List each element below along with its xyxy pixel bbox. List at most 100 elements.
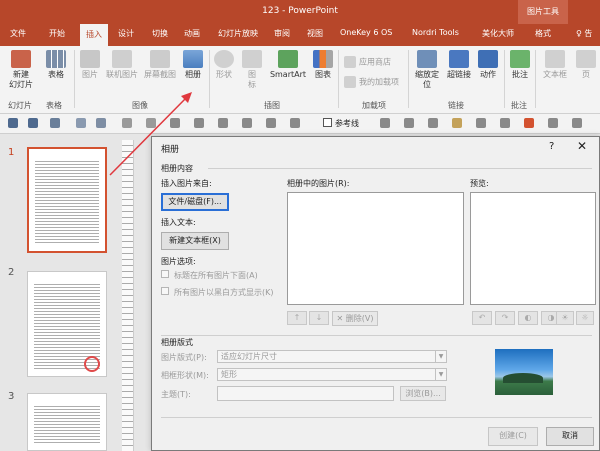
- save-as-icon[interactable]: [28, 118, 38, 128]
- picture-tools-context-tab[interactable]: 图片工具: [518, 0, 568, 24]
- caption-below-checkbox[interactable]: [161, 270, 169, 278]
- browse-button[interactable]: 浏览(B)...: [400, 386, 446, 401]
- contrast-up-button[interactable]: ◐: [518, 311, 538, 325]
- ribbon-separator: [338, 50, 339, 108]
- undo-icon[interactable]: [50, 118, 60, 128]
- tab-view[interactable]: 视图: [307, 28, 323, 39]
- toolbar-tool-icon[interactable]: [548, 118, 558, 128]
- textbox-button[interactable]: 文本框: [540, 50, 570, 80]
- header-footer-button[interactable]: 页: [576, 50, 596, 80]
- toolbar-tool-icon[interactable]: [524, 118, 534, 128]
- pictures-list[interactable]: [287, 192, 464, 305]
- help-button[interactable]: ?: [549, 141, 554, 152]
- slide-thumbnail[interactable]: [27, 147, 107, 253]
- group-label-comments: 批注: [511, 101, 527, 110]
- black-white-checkbox[interactable]: [161, 287, 169, 295]
- delete-button[interactable]: ✕ 删除(V): [332, 311, 378, 326]
- toolbar-tool-icon[interactable]: [428, 118, 438, 128]
- album-button[interactable]: 相册: [180, 50, 206, 80]
- screenshot-button[interactable]: 屏幕截图: [141, 50, 179, 80]
- tab-file[interactable]: 文件: [10, 28, 26, 39]
- screenshot-icon: [150, 50, 170, 68]
- ribbon-tabs: 文件 开始 插入 设计 切换 动画 幻灯片放映 审阅 视图 OneKey 6 O…: [0, 24, 600, 46]
- tab-transitions[interactable]: 切换: [152, 28, 168, 39]
- toolbar-tool-icon[interactable]: [572, 118, 582, 128]
- theme-input[interactable]: [217, 386, 394, 401]
- create-button[interactable]: 创建(C): [488, 427, 538, 446]
- toolbar-tool-icon[interactable]: [194, 118, 204, 128]
- brightness-up-button[interactable]: ☀: [556, 311, 574, 325]
- quick-access-toolbar: 参考线: [0, 114, 600, 134]
- start-presentation-icon[interactable]: [96, 118, 106, 128]
- slide-thumbnail[interactable]: [27, 393, 107, 451]
- icons-button[interactable]: 图 标: [242, 50, 262, 90]
- tab-beautify[interactable]: 美化大师: [482, 28, 514, 39]
- new-textbox-button[interactable]: 新建文本框(X): [161, 232, 229, 250]
- smartart-button[interactable]: SmartArt: [266, 50, 310, 80]
- table-button[interactable]: 表格: [42, 50, 70, 80]
- my-addins-button[interactable]: 我的加载项: [344, 76, 399, 88]
- toolbar-tool-icon[interactable]: [122, 118, 132, 128]
- comment-icon: [510, 50, 530, 68]
- toolbar-tool-icon[interactable]: [380, 118, 390, 128]
- toolbar-tool-icon[interactable]: [218, 118, 228, 128]
- new-slide-button[interactable]: 新建 幻灯片: [4, 50, 38, 90]
- reference-lines-checkbox[interactable]: [323, 118, 332, 127]
- image-icon: [80, 50, 100, 68]
- pictures-in-album-label: 相册中的图片(R):: [287, 179, 350, 188]
- cancel-button[interactable]: 取消: [546, 427, 594, 446]
- header-footer-icon: [576, 50, 596, 68]
- toolbar-tool-icon[interactable]: [500, 118, 510, 128]
- hyperlink-button[interactable]: 超链接: [444, 50, 474, 80]
- toolbar-tool-icon[interactable]: [476, 118, 486, 128]
- ribbon-separator: [209, 50, 210, 108]
- document-text-lines: [35, 159, 99, 245]
- toolbar-tool-icon[interactable]: [266, 118, 276, 128]
- photo-album-dialog: 相册 ? ✕ 相册内容 插入图片来自: 文件/磁盘(F)... 插入文本: 新建…: [151, 136, 600, 451]
- toolbar-tool-icon[interactable]: [170, 118, 180, 128]
- toolbar-tool-icon[interactable]: [452, 118, 462, 128]
- tab-slideshow[interactable]: 幻灯片放映: [218, 28, 258, 39]
- close-button[interactable]: ✕: [577, 139, 587, 153]
- chevron-down-icon: ▼: [435, 351, 446, 362]
- save-icon[interactable]: [8, 118, 18, 128]
- move-down-button[interactable]: ↓: [309, 311, 329, 325]
- image-button[interactable]: 图片: [78, 50, 102, 80]
- zoom-button[interactable]: 缩放定 位: [412, 50, 442, 90]
- file-disk-button[interactable]: 文件/磁盘(F)...: [161, 193, 229, 211]
- online-image-button[interactable]: 联机图片: [104, 50, 140, 80]
- tab-nordri-tools[interactable]: Nordri Tools: [412, 28, 459, 37]
- dialog-title: 相册: [161, 145, 180, 155]
- tab-home[interactable]: 开始: [49, 28, 65, 39]
- tab-review[interactable]: 审阅: [274, 28, 290, 39]
- tell-me-search[interactable]: ♀ 告: [576, 28, 592, 39]
- group-label-images: 图像: [132, 101, 148, 110]
- toolbar-tool-icon[interactable]: [146, 118, 156, 128]
- chart-button[interactable]: 图表: [312, 50, 334, 80]
- tab-insert[interactable]: 插入: [80, 24, 108, 46]
- action-button[interactable]: 动作: [476, 50, 500, 80]
- tab-animations[interactable]: 动画: [184, 28, 200, 39]
- toolbar-tool-icon[interactable]: [242, 118, 252, 128]
- move-up-button[interactable]: ↑: [287, 311, 307, 325]
- frame-shape-label: 相框形状(M):: [161, 371, 209, 380]
- rotate-left-button[interactable]: ↶: [472, 311, 492, 325]
- ribbon-separator: [535, 50, 536, 108]
- tab-design[interactable]: 设计: [118, 28, 134, 39]
- tab-format[interactable]: 格式: [535, 28, 551, 39]
- rotate-right-button[interactable]: ↷: [495, 311, 515, 325]
- toolbar-tool-icon[interactable]: [404, 118, 414, 128]
- frame-shape-select[interactable]: 矩形 ▼: [217, 368, 447, 381]
- brightness-down-button[interactable]: ☼: [576, 311, 594, 325]
- comment-button[interactable]: 批注: [508, 50, 532, 80]
- tab-onekey[interactable]: OneKey 6 OS: [340, 28, 392, 37]
- chevron-down-icon: ▼: [435, 369, 446, 380]
- store-button[interactable]: 应用商店: [344, 56, 391, 68]
- ribbon-separator: [504, 50, 505, 108]
- redo-icon[interactable]: [76, 118, 86, 128]
- picture-layout-select[interactable]: 适应幻灯片尺寸 ▼: [217, 350, 447, 363]
- slide-thumbnail[interactable]: [27, 271, 107, 377]
- shapes-button[interactable]: 形状: [212, 50, 236, 80]
- slide-number: 2: [8, 267, 15, 278]
- toolbar-tool-icon[interactable]: [290, 118, 300, 128]
